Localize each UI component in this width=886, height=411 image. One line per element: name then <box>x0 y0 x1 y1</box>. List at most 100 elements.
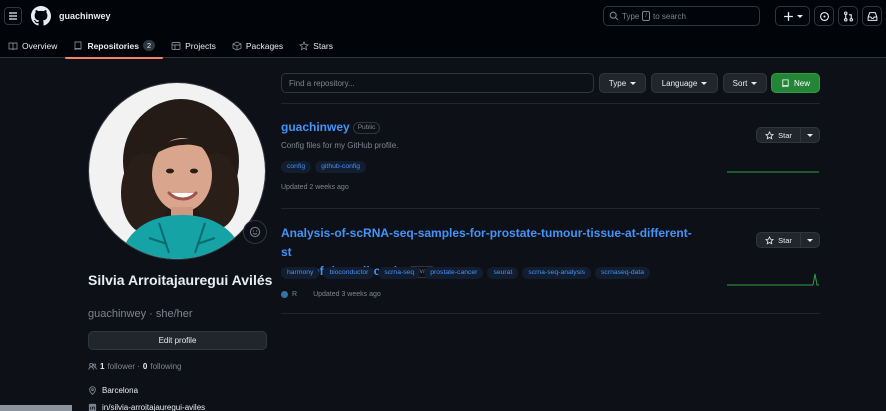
repositories-count-badge: 2 <box>142 40 156 51</box>
topic-tag[interactable]: scrna-seq <box>378 267 421 279</box>
follow-stats: 1 follower · 0 following <box>88 362 182 371</box>
repo-name-link[interactable]: guachinwey <box>281 120 350 134</box>
topic-tag[interactable]: prostate-cancer <box>424 267 484 279</box>
search-placeholder-pre: Type <box>622 11 640 21</box>
star-icon <box>299 40 310 50</box>
chevron-down-icon <box>807 238 813 242</box>
topic-tag[interactable]: bioconductor <box>323 267 375 279</box>
visibility-badge: Public <box>352 121 381 134</box>
create-new-button[interactable] <box>775 6 810 26</box>
edit-profile-button[interactable]: Edit profile <box>88 331 267 350</box>
github-logo-icon[interactable] <box>31 6 51 26</box>
chevron-down-icon <box>630 81 637 85</box>
tab-stars-label: Stars <box>313 40 334 51</box>
following-count[interactable]: 0 <box>143 362 147 371</box>
hamburger-icon <box>9 12 17 20</box>
star-list-dropdown[interactable] <box>801 233 819 247</box>
language-filter-dropdown[interactable]: Language <box>651 73 718 93</box>
pull-request-icon <box>843 10 853 22</box>
location-pin-icon <box>89 386 96 395</box>
smiley-icon <box>249 226 261 238</box>
repo-description: Config files for my GitHub profile. <box>281 141 399 150</box>
profile-handle: guachinwey · she/her <box>88 308 193 320</box>
followers-label[interactable]: follower · <box>107 362 139 371</box>
repo-item-guachinwey: guachinwey Public <box>281 118 381 137</box>
following-label[interactable]: following <box>150 362 181 371</box>
chevron-down-icon <box>751 81 758 85</box>
divider <box>281 313 820 314</box>
type-filter-label: Type <box>608 78 627 88</box>
language-filter-label: Language <box>661 78 698 88</box>
star-label: Star <box>778 235 792 245</box>
repo-topics: config github-config <box>281 161 367 173</box>
avatar[interactable] <box>88 82 266 260</box>
type-filter-dropdown[interactable]: Type <box>599 73 646 93</box>
star-button[interactable]: Star <box>756 127 820 143</box>
linkedin-link[interactable]: in/silvia-arroitajauregui-aviles <box>102 403 205 411</box>
avatar-photo <box>89 83 265 259</box>
repo-meta: R Updated 3 weeks ago <box>281 291 381 298</box>
horizontal-scrollbar[interactable] <box>0 405 72 411</box>
location-text: Barcelona <box>102 386 139 395</box>
topic-tag[interactable]: github-config <box>315 161 367 173</box>
issues-button[interactable] <box>814 6 834 26</box>
star-label: Star <box>778 130 792 140</box>
tab-repositories-label: Repositories <box>87 40 139 51</box>
sort-dropdown[interactable]: Sort <box>723 73 767 93</box>
menu-button[interactable] <box>4 7 22 25</box>
star-list-dropdown[interactable] <box>801 128 819 142</box>
tab-stars[interactable]: Stars <box>291 33 341 58</box>
topic-tag[interactable]: config <box>281 161 312 173</box>
profile-linkedin[interactable]: in/silvia-arroitajauregui-aviles <box>88 403 205 411</box>
profile-tabs: Overview Repositories 2 Projects Package… <box>0 33 341 59</box>
topic-tag[interactable]: seurat <box>487 267 519 279</box>
topic-tag[interactable]: harmony <box>281 267 320 279</box>
tab-overview-label: Overview <box>22 40 58 51</box>
chevron-down-icon <box>807 133 813 137</box>
top-bar: guachinwey Type / to search <box>0 0 886 33</box>
search-shortcut-key: / <box>642 11 651 21</box>
star-button[interactable]: Star <box>756 232 820 248</box>
tab-repositories[interactable]: Repositories 2 <box>65 33 163 59</box>
inbox-icon <box>867 11 877 21</box>
sort-label: Sort <box>732 78 748 88</box>
repo-icon <box>74 41 82 50</box>
activity-sparkline <box>727 273 819 286</box>
package-icon <box>232 40 242 50</box>
new-button-label: New <box>793 78 810 88</box>
language-color-dot <box>281 291 288 298</box>
divider <box>281 103 820 104</box>
find-repository-input[interactable] <box>281 73 594 93</box>
search-input[interactable]: Type / to search <box>603 6 760 26</box>
table-icon <box>171 41 181 50</box>
pull-requests-button[interactable] <box>838 6 858 26</box>
repo-updated-time: Updated 2 weeks ago <box>281 184 349 191</box>
star-icon <box>765 130 775 140</box>
star-icon <box>765 235 775 245</box>
topic-tag[interactable]: scrnaseq-data <box>595 267 651 279</box>
star-action[interactable]: Star <box>757 128 801 142</box>
search-placeholder-post: to search <box>653 11 686 21</box>
inbox-button[interactable] <box>862 6 882 26</box>
tab-overview[interactable]: Overview <box>0 33 65 58</box>
topic-tag[interactable]: scrna-seq-analysis <box>522 267 592 279</box>
repo-meta: Updated 2 weeks ago <box>281 184 349 191</box>
chevron-down-icon <box>796 14 803 18</box>
profile-full-name: Silvia Arroitajauregui Avilés <box>88 272 273 288</box>
plus-icon <box>783 11 793 21</box>
profile-location: Barcelona <box>88 386 138 395</box>
people-icon <box>88 362 97 370</box>
star-action[interactable]: Star <box>757 233 801 247</box>
new-repository-button[interactable]: New <box>771 73 820 93</box>
repo-topics: harmony bioconductor scrna-seq prostate-… <box>281 267 651 279</box>
tab-packages[interactable]: Packages <box>224 33 291 58</box>
repo-updated-time: Updated 3 weeks ago <box>313 291 381 298</box>
followers-count[interactable]: 1 <box>100 362 104 371</box>
tab-projects[interactable]: Projects <box>163 33 224 58</box>
repo-icon <box>782 78 789 87</box>
context-username[interactable]: guachinwey <box>59 11 111 21</box>
linkedin-icon <box>88 403 97 411</box>
set-status-button[interactable] <box>243 220 267 244</box>
divider <box>281 208 820 209</box>
tab-projects-label: Projects <box>185 40 216 51</box>
